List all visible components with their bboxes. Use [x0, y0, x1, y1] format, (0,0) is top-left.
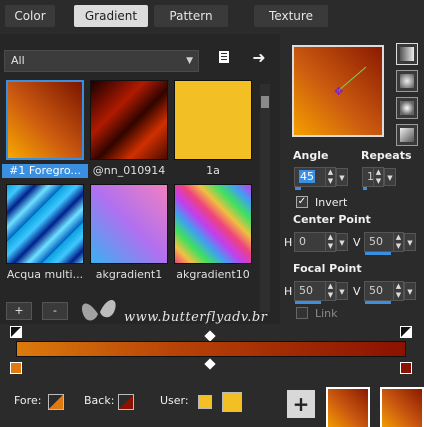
opacity-stop-left[interactable] — [10, 326, 22, 338]
add-user-swatch-button[interactable]: + — [287, 390, 315, 418]
focal-h-label: H — [284, 285, 293, 298]
tab-gradient[interactable]: Gradient — [74, 5, 148, 27]
focal-h-input[interactable]: 50 ▲ ▼ ▼ — [294, 281, 348, 304]
gradient-item[interactable]: #1 Foregro... — [2, 80, 88, 178]
sunburst-style-button[interactable] — [396, 97, 418, 119]
spinner-arrows-icon[interactable]: ▲ ▼ — [393, 282, 403, 300]
chevron-down-icon[interactable]: ▼ — [404, 282, 416, 300]
fore-label: Fore: — [14, 394, 42, 407]
linear-style-button[interactable] — [396, 43, 418, 65]
category-dropdown[interactable]: All ▼ — [4, 50, 199, 72]
angle-label: Angle — [293, 149, 329, 162]
recent-gradient-swatch[interactable] — [326, 387, 370, 427]
tab-texture[interactable]: Texture — [254, 5, 328, 27]
chevron-down-icon[interactable]: ▼ — [404, 233, 416, 251]
user-color-chip[interactable] — [198, 395, 212, 409]
library-scrollbar[interactable] — [260, 84, 270, 312]
chevron-down-icon[interactable]: ▼ — [336, 282, 348, 300]
back-label: Back: — [84, 394, 115, 407]
center-h-label: H — [284, 236, 293, 249]
focal-v-label: V — [353, 285, 361, 298]
gradient-item[interactable]: akgradient10 — [174, 184, 252, 281]
link-checkbox[interactable] — [296, 307, 308, 319]
center-v-value: 50 — [369, 235, 383, 248]
fore-color-chip[interactable] — [48, 394, 64, 410]
repeats-input[interactable]: 1 ▲ ▼ ▼ — [362, 167, 396, 190]
chevron-down-icon[interactable]: ▼ — [336, 168, 348, 186]
gradient-item-label: @nn_010914 — [92, 164, 166, 177]
spinner-arrows-icon[interactable]: ▲ ▼ — [325, 233, 335, 251]
focal-point-label: Focal Point — [293, 262, 362, 275]
gradient-item[interactable]: @nn_010914 — [90, 80, 168, 177]
back-color-chip[interactable] — [118, 394, 134, 410]
angle-input[interactable]: 45 ▲ ▼ ▼ — [294, 167, 348, 190]
tab-bar: Color Gradient Pattern Texture — [0, 0, 424, 34]
color-stop-left[interactable] — [10, 362, 22, 374]
color-midpoint[interactable] — [204, 358, 216, 370]
library-settings-icon[interactable] — [216, 50, 234, 68]
rectangular-style-button[interactable] — [396, 70, 418, 92]
center-h-value: 0 — [299, 235, 306, 248]
bottom-bar: Fore: Back: User: + — [0, 380, 424, 427]
gradient-item-label: akgradient1 — [95, 268, 163, 281]
gradient-bar[interactable] — [16, 341, 406, 357]
center-v-label: V — [353, 236, 361, 249]
chevron-down-icon[interactable]: ▼ — [336, 233, 348, 251]
svg-text:✥: ✥ — [334, 85, 343, 98]
user-label: User: — [160, 394, 189, 407]
recent-gradient-swatch[interactable] — [380, 387, 424, 427]
opacity-stop-right[interactable] — [400, 326, 412, 338]
color-stop-right[interactable] — [400, 362, 412, 374]
center-point-label: Center Point — [293, 213, 371, 226]
arrow-right-icon[interactable]: ➜ — [250, 49, 268, 67]
center-v-input[interactable]: 50 ▲ ▼ ▼ — [364, 232, 416, 255]
invert-checkbox[interactable]: ✓ — [296, 196, 308, 208]
gradient-item-label: #1 Foregro... — [2, 164, 88, 178]
focal-v-value: 50 — [369, 284, 383, 297]
gradient-item[interactable]: 1a — [174, 80, 252, 177]
gradient-swatch — [174, 80, 252, 160]
repeats-label: Repeats — [361, 149, 412, 162]
invert-label: Invert — [315, 196, 348, 209]
gradient-item-label: Acqua multi... — [6, 268, 84, 281]
spinner-arrows-icon[interactable]: ▲ ▼ — [325, 168, 335, 186]
gradient-swatch — [174, 184, 252, 264]
remove-gradient-button[interactable]: - — [42, 302, 68, 320]
spinner-arrows-icon[interactable]: ▲ ▼ — [393, 233, 403, 251]
gradient-item-label: akgradient10 — [176, 268, 250, 281]
focal-v-input[interactable]: 50 ▲ ▼ ▼ — [364, 281, 416, 304]
gradient-swatch — [90, 184, 168, 264]
link-label: Link — [315, 307, 338, 320]
gradient-item[interactable]: Acqua multi... — [6, 184, 84, 281]
chevron-down-icon[interactable]: ▼ — [384, 168, 396, 186]
opacity-midpoint[interactable] — [204, 330, 216, 342]
radial-style-button[interactable] — [396, 124, 418, 146]
butterfly-logo — [78, 294, 120, 328]
chevron-down-icon: ▼ — [186, 56, 193, 66]
center-h-input[interactable]: 0 ▲ ▼ ▼ — [294, 232, 348, 252]
gradient-library: All ▼ ➜ #1 Foregro... @nn_010914 1a Acqu… — [0, 34, 280, 324]
category-value: All — [11, 54, 25, 67]
gradient-swatch — [6, 184, 84, 264]
watermark-text: www.butterflyadv.br — [124, 310, 268, 325]
user-color-chip[interactable] — [222, 392, 242, 412]
gradient-item-label: 1a — [206, 164, 220, 177]
spinner-arrows-icon[interactable]: ▲ ▼ — [325, 282, 335, 300]
tab-pattern[interactable]: Pattern — [154, 5, 228, 27]
gradient-editor — [0, 324, 424, 380]
angle-value: 45 — [299, 170, 315, 183]
gradient-swatch — [90, 80, 168, 160]
gradient-preview[interactable]: ✥ — [292, 45, 384, 137]
spinner-arrows-icon[interactable]: ▲ ▼ — [373, 168, 383, 186]
scrollbar-thumb[interactable] — [261, 96, 269, 108]
tab-color[interactable]: Color — [5, 5, 55, 27]
add-gradient-button[interactable]: + — [6, 302, 32, 320]
focal-h-value: 50 — [299, 284, 313, 297]
gradient-item[interactable]: akgradient1 — [90, 184, 168, 281]
gradient-swatch — [6, 80, 84, 160]
